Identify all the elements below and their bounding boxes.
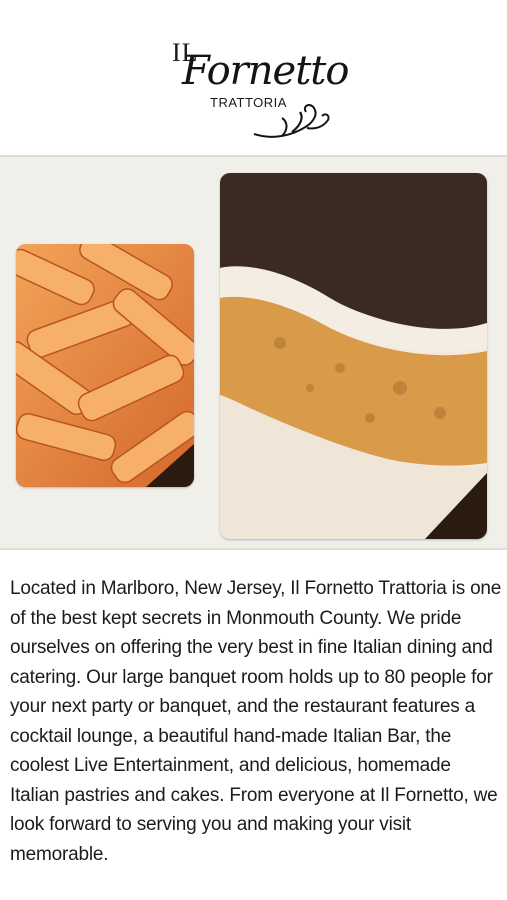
restaurant-description: Located in Marlboro, New Jersey, Il Forn… [10,578,502,865]
logo-name-text: Fornetto [182,48,349,94]
header: IL Fornetto TRATTORIA [0,0,507,155]
pasta-photo [16,244,194,487]
tiramisu-photo [220,173,487,539]
photo-gallery [0,155,507,550]
flourish-icon [253,104,330,138]
il-fornetto-logo[interactable]: IL Fornetto TRATTORIA [168,38,349,142]
